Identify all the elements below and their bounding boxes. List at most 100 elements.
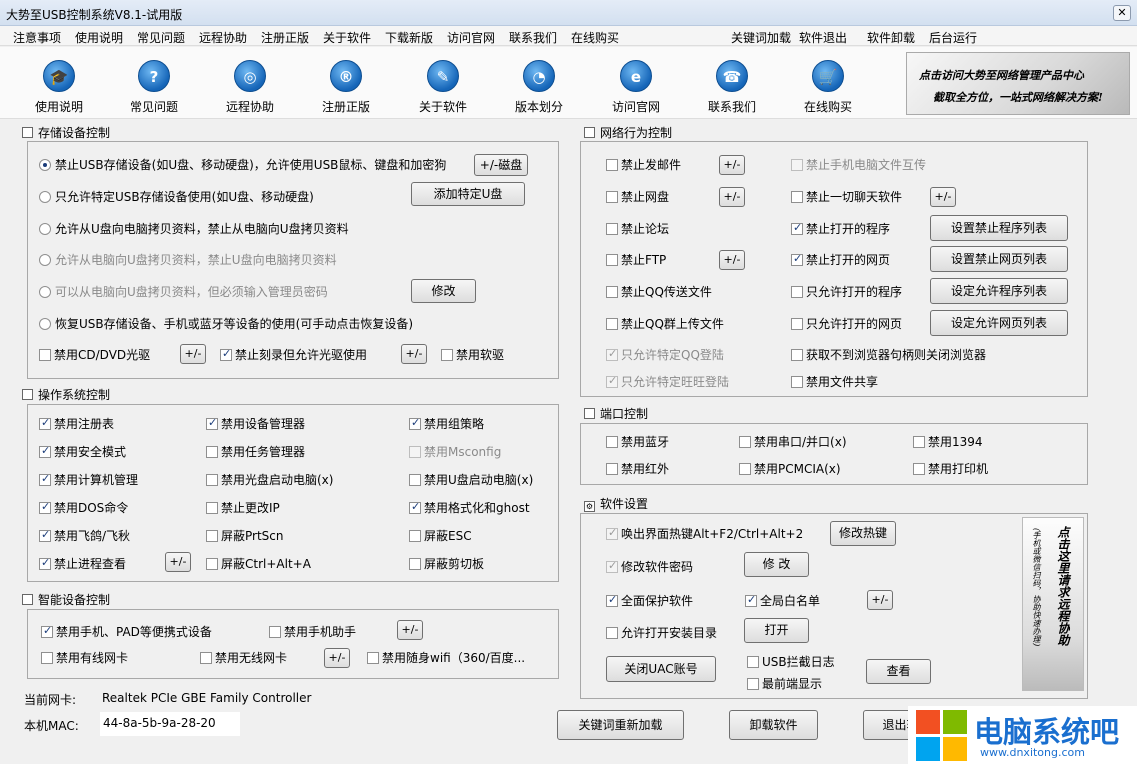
menu-remote[interactable]: 远程协助 (199, 29, 247, 46)
modify-hotkey-button[interactable]: 修改热键 (830, 521, 896, 546)
menu-faq[interactable]: 常见问题 (137, 29, 185, 46)
disk-toggle-button[interactable]: +/-磁盘 (474, 154, 528, 176)
set-blocked-programs-button[interactable]: 设置禁止程序列表 (930, 215, 1068, 241)
os-msconfig-checkbox[interactable]: 禁用Msconfig (409, 445, 501, 459)
os-dos-checkbox[interactable]: 禁用DOS命令 (39, 500, 128, 515)
menu-uninstall[interactable]: 软件卸载 (867, 29, 915, 46)
usb-log-checkbox[interactable]: USB拦截日志 (747, 655, 835, 669)
os-clipboard-checkbox[interactable]: 屏蔽剪切板 (409, 557, 484, 571)
storage-radio-pc-to-usb[interactable]: 允许从电脑向U盘拷贝资料，禁止U盘向电脑拷贝资料 (39, 253, 337, 267)
close-uac-button[interactable]: 关闭UAC账号 (606, 656, 716, 682)
wireless-toggle-button[interactable]: +/- (324, 648, 350, 668)
net-allow-program-checkbox[interactable]: 只允许打开的程序 (791, 285, 902, 299)
net-file-share-checkbox[interactable]: 禁用文件共享 (791, 375, 878, 389)
net-netdisk-toggle-button[interactable]: +/- (719, 187, 745, 207)
toolbar-usage-button[interactable]: 🎓 使用说明 (19, 53, 99, 115)
whitelist-toggle-button[interactable]: +/- (867, 590, 893, 610)
net-phone-transfer-checkbox[interactable]: 禁止手机电脑文件互传 (791, 158, 926, 172)
port-infrared-checkbox[interactable]: 禁用红外 (606, 462, 669, 476)
allow-install-dir-checkbox[interactable]: 允许打开安装目录 (606, 626, 717, 640)
smart-phone-assistant-checkbox[interactable]: 禁用手机助手 (269, 625, 356, 639)
set-allowed-web-button[interactable]: 设定允许网页列表 (930, 310, 1068, 336)
storage-radio-usb-to-pc[interactable]: 允许从U盘向电脑拷贝资料，禁止从电脑向U盘拷贝资料 (39, 222, 349, 236)
os-cd-boot-checkbox[interactable]: 禁用光盘启动电脑(x) (206, 473, 333, 487)
menu-buy[interactable]: 在线购买 (571, 29, 619, 46)
menu-about[interactable]: 关于软件 (323, 29, 371, 46)
os-safe-mode-checkbox[interactable]: 禁用安全模式 (39, 444, 126, 459)
net-close-browser-checkbox[interactable]: 获取不到浏览器句柄则关闭浏览器 (791, 348, 986, 362)
net-chat-checkbox[interactable]: 禁止一切聊天软件 (791, 190, 902, 204)
net-qq-file-checkbox[interactable]: 禁止QQ传送文件 (606, 285, 712, 299)
net-chat-toggle-button[interactable]: +/- (930, 187, 956, 207)
smart-toggle-button[interactable]: +/- (397, 620, 423, 640)
menu-contact[interactable]: 联系我们 (509, 29, 557, 46)
port-printer-checkbox[interactable]: 禁用打印机 (913, 462, 988, 476)
os-change-ip-checkbox[interactable]: 禁止更改IP (206, 501, 280, 515)
os-computer-management-checkbox[interactable]: 禁用计算机管理 (39, 472, 138, 487)
toolbar-about-button[interactable]: ✎ 关于软件 (403, 53, 483, 115)
disable-floppy-checkbox[interactable]: 禁用软驱 (441, 348, 504, 362)
password-checkbox[interactable]: 修改软件密码 (606, 559, 693, 574)
net-specific-qq-checkbox[interactable]: 只允许特定QQ登陆 (606, 347, 724, 362)
disable-cd-checkbox[interactable]: 禁用CD/DVD光驱 (39, 348, 150, 362)
add-specific-usb-button[interactable]: 添加特定U盘 (411, 182, 525, 206)
os-prtscn-checkbox[interactable]: 屏蔽PrtScn (206, 529, 284, 543)
os-format-ghost-checkbox[interactable]: 禁用格式化和ghost (409, 500, 530, 515)
set-allowed-programs-button[interactable]: 设定允许程序列表 (930, 278, 1068, 304)
net-block-program-checkbox[interactable]: 禁止打开的程序 (791, 221, 890, 236)
port-serial-checkbox[interactable]: 禁用串口/并口(x) (739, 435, 847, 449)
smart-wireless-nic-checkbox[interactable]: 禁用无线网卡 (200, 651, 287, 665)
toolbar-register-button[interactable]: ® 注册正版 (306, 53, 386, 115)
menu-notes[interactable]: 注意事项 (13, 29, 61, 46)
net-netdisk-checkbox[interactable]: 禁止网盘 (606, 190, 669, 204)
reload-keywords-button[interactable]: 关键词重新加载 (557, 710, 684, 740)
os-process-view-checkbox[interactable]: 禁止进程查看 (39, 556, 126, 571)
storage-modify-button[interactable]: 修改 (411, 279, 476, 303)
close-button[interactable]: ✕ (1113, 5, 1131, 21)
process-toggle-button[interactable]: +/- (165, 552, 191, 572)
toolbar-version-button[interactable]: ◔ 版本划分 (499, 53, 579, 115)
toolbar-faq-button[interactable]: ? 常见问题 (114, 53, 194, 115)
cd-toggle-button[interactable]: +/- (180, 344, 206, 364)
burn-toggle-button[interactable]: +/- (401, 344, 427, 364)
net-allow-web-checkbox[interactable]: 只允许打开的网页 (791, 317, 902, 331)
net-ftp-checkbox[interactable]: 禁止FTP (606, 253, 666, 267)
remote-assist-banner[interactable]: 点击这里请求远程协助 (手机或微信扫码，协助快速办理) (1022, 517, 1084, 691)
net-block-web-checkbox[interactable]: 禁止打开的网页 (791, 252, 890, 267)
menu-download[interactable]: 下载新版 (385, 29, 433, 46)
port-bluetooth-checkbox[interactable]: 禁用蓝牙 (606, 435, 669, 449)
os-registry-checkbox[interactable]: 禁用注册表 (39, 416, 114, 431)
protect-software-checkbox[interactable]: 全面保护软件 (606, 593, 693, 608)
menu-register[interactable]: 注册正版 (261, 29, 309, 46)
net-email-toggle-button[interactable]: +/- (719, 155, 745, 175)
net-email-checkbox[interactable]: 禁止发邮件 (606, 158, 681, 172)
toolbar-website-button[interactable]: e 访问官网 (596, 53, 676, 115)
storage-radio-block-usb[interactable]: 禁止USB存储设备(如U盘、移动硬盘)，允许使用USB鼠标、键盘和加密狗 (39, 158, 446, 172)
os-device-manager-checkbox[interactable]: 禁用设备管理器 (206, 416, 305, 431)
menu-exit[interactable]: 软件退出 (799, 29, 847, 46)
uninstall-button[interactable]: 卸载软件 (729, 710, 818, 740)
os-group-policy-checkbox[interactable]: 禁用组策略 (409, 416, 484, 431)
storage-radio-restore[interactable]: 恢复USB存储设备、手机或蓝牙等设备的使用(可手动点击恢复设备) (39, 317, 413, 331)
smart-wired-nic-checkbox[interactable]: 禁用有线网卡 (41, 651, 128, 665)
topmost-checkbox[interactable]: 最前端显示 (747, 677, 822, 691)
toolbar-remote-button[interactable]: ◎ 远程协助 (210, 53, 290, 115)
set-blocked-web-button[interactable]: 设置禁止网页列表 (930, 246, 1068, 272)
os-esc-checkbox[interactable]: 屏蔽ESC (409, 529, 472, 543)
menu-usage[interactable]: 使用说明 (75, 29, 123, 46)
modify-password-button[interactable]: 修 改 (744, 552, 809, 577)
port-pcmcia-checkbox[interactable]: 禁用PCMCIA(x) (739, 462, 841, 476)
net-qq-group-checkbox[interactable]: 禁止QQ群上传文件 (606, 317, 724, 331)
menu-background[interactable]: 后台运行 (929, 29, 977, 46)
storage-radio-password-copy[interactable]: 可以从电脑向U盘拷贝资料，但必须输入管理员密码 (39, 285, 328, 299)
smart-portable-wifi-checkbox[interactable]: 禁用随身wifi（360/百度... (367, 651, 525, 665)
net-ftp-toggle-button[interactable]: +/- (719, 250, 745, 270)
net-forum-checkbox[interactable]: 禁止论坛 (606, 222, 669, 236)
hotkey-checkbox[interactable]: 唤出界面热键Alt+F2/Ctrl+Alt+2 (606, 526, 803, 541)
mac-field[interactable]: 44-8a-5b-9a-28-20 (100, 712, 240, 736)
os-task-manager-checkbox[interactable]: 禁用任务管理器 (206, 445, 305, 459)
os-feige-checkbox[interactable]: 禁用飞鸽/飞秋 (39, 528, 130, 543)
disable-burn-checkbox[interactable]: 禁止刻录但允许光驱使用 (220, 347, 367, 362)
toolbar-contact-button[interactable]: ☎ 联系我们 (692, 53, 772, 115)
os-ctrl-alt-a-checkbox[interactable]: 屏蔽Ctrl+Alt+A (206, 557, 311, 571)
